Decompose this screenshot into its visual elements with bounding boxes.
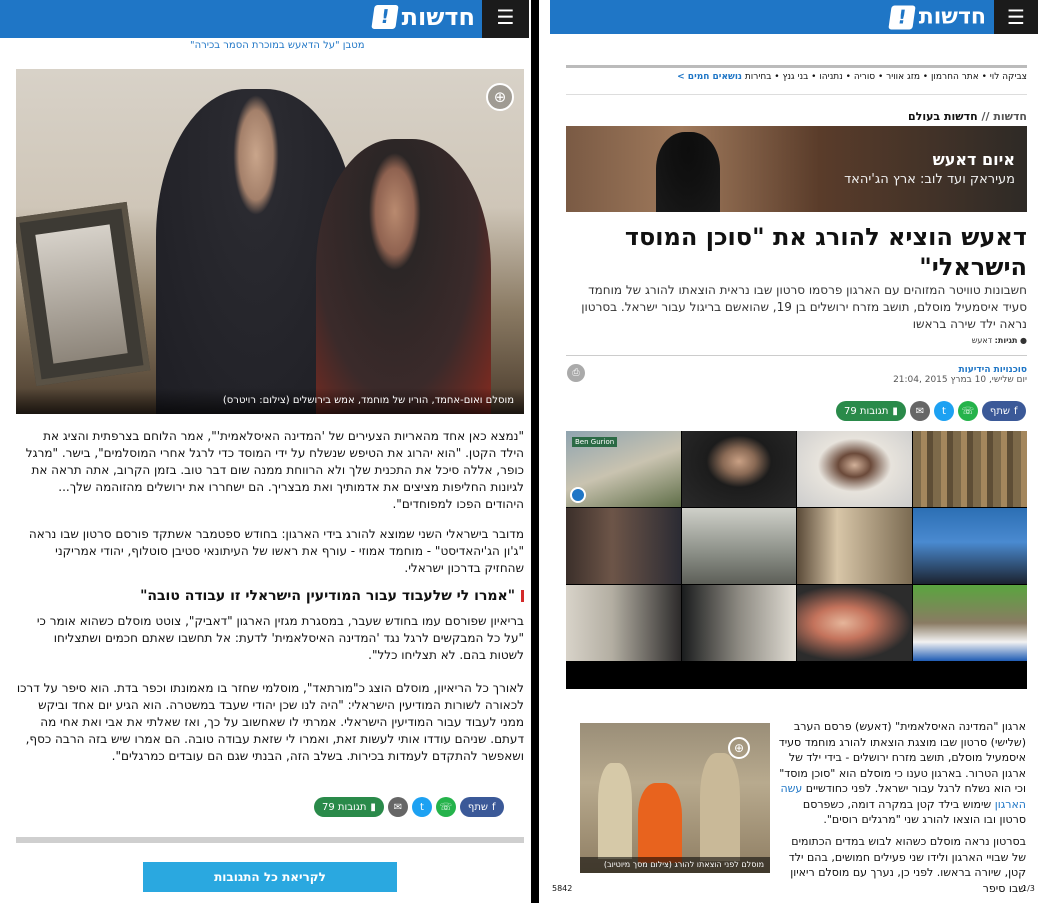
article-dek: חשבונות טוויטר המזוהים עם הארגון פרסמו ס… (581, 283, 1027, 331)
related-gallery: Ben Gurion (566, 431, 1027, 689)
hot-topics-link[interactable]: נושאים חמים > (677, 72, 742, 82)
subheading-marker (521, 590, 524, 602)
gallery-tile[interactable] (912, 431, 1027, 507)
read-all-comments-button[interactable]: לקריאת כל התגובות (143, 862, 397, 892)
gallery-tile[interactable]: Ben Gurion (566, 431, 681, 507)
article-headline: דאעש הוציא להורג את "סוכן המוסד הישראלי" (624, 223, 1027, 281)
article-source: סוכנויות הידיעות יום שלישי, 10 במרץ 2015… (566, 365, 1027, 385)
tag-link[interactable]: דאעש (972, 336, 992, 345)
gallery-tile[interactable] (681, 508, 796, 584)
hamburger-menu-icon[interactable]: ☰ (482, 0, 529, 38)
banner-subtitle: מעיראק ועד לוב: ארץ הג'יהאד (844, 172, 1015, 187)
masked-figure (656, 132, 720, 212)
top-cutline: מטבן "על הדאעש במוכרת הסמר בכירה" (190, 40, 365, 51)
facebook-icon: f (491, 801, 496, 813)
comment-icon: ▮ (892, 405, 898, 417)
mother-figure (316, 139, 491, 414)
gallery-tile[interactable] (912, 508, 1027, 584)
hero-image[interactable]: ⊕ מוסלם ואום-אחמד, הוריו של מוחמד, אמש ב… (16, 69, 524, 414)
topic-banner[interactable]: איום דאעש מעיראק ועד לוב: ארץ הג'יהאד (566, 126, 1027, 212)
road-sign: Ben Gurion (572, 437, 618, 447)
logo-text: חדשות (918, 4, 986, 30)
page-gap (531, 0, 539, 903)
logo-mark-icon: ! (888, 5, 916, 29)
section-divider (16, 837, 524, 843)
hero-caption: מוסלם ואום-אחמד, הוריו של מוחמד, אמש ביר… (16, 388, 524, 414)
article-paragraph: בריאיון שפורסם עמו בחודש שעבר, במסגרת מג… (36, 614, 524, 662)
inline-image[interactable]: ⊕ מוסלם לפני הוצאתו להורג (צילום מסך מיו… (580, 723, 770, 873)
article-paragraph: "נמצא כאן אחד מהאריות הצעירים של 'המדינה… (25, 429, 524, 511)
meta-divider (566, 355, 1027, 356)
inline-image-caption: מוסלם לפני הוצאתו להורג (צילום מסך מיוטי… (580, 857, 770, 873)
figure-prisoner (638, 783, 682, 863)
facebook-share-button[interactable]: שתף f (459, 797, 504, 817)
gallery-tile[interactable] (797, 431, 912, 507)
hamburger-menu-icon[interactable]: ☰ (994, 0, 1038, 34)
article-subheading: "אמרו לי שלעבוד עבור המודיעין הישראלי זו… (16, 588, 524, 604)
gallery-tile[interactable] (681, 431, 796, 507)
facebook-share-button[interactable]: שתף f (981, 401, 1026, 421)
logo-text: חדשות (401, 3, 475, 31)
portrait-frame (16, 201, 151, 387)
gallery-tile[interactable] (797, 585, 912, 661)
article-paragraph: לאורך כל הריאיון, מוסלם הוצג כ"מורתאד", … (16, 681, 524, 763)
comment-icon: ▮ (370, 801, 376, 813)
logo-mark-icon: ! (370, 5, 399, 29)
figure-fighter (700, 753, 740, 861)
zoom-icon[interactable]: ⊕ (728, 737, 750, 759)
banner-title: איום דאעש (932, 150, 1015, 169)
hot-topics-bar: צביקה לוי • אתר החרמון • מזג אוויר • סור… (566, 72, 1027, 82)
breadcrumb-current[interactable]: חדשות בעולם (908, 110, 978, 123)
whatsapp-icon[interactable]: ☏ (435, 797, 456, 817)
gallery-tile[interactable] (566, 585, 681, 661)
whatsapp-icon[interactable]: ☏ (957, 401, 978, 421)
figure-child (598, 763, 632, 859)
article-paragraph: ארגון "המדינה האיסלאמית" (דאעש) פרסם הער… (778, 720, 1026, 826)
tag-icon: ● (1020, 336, 1027, 345)
twitter-icon[interactable]: t (411, 797, 432, 817)
comments-button[interactable]: 79 תגובות ▮ (314, 797, 384, 817)
top-header-bar: חדשות ! ☰ (0, 0, 529, 38)
facebook-icon: f (1013, 405, 1018, 417)
gallery-tile[interactable] (566, 508, 681, 584)
email-icon[interactable]: ✉ (387, 797, 408, 817)
share-bar: 79 תגובות ▮ ✉ t ☏ שתף f (836, 401, 1026, 421)
source-agency[interactable]: סוכנויות הידיעות (566, 365, 1028, 375)
email-icon[interactable]: ✉ (909, 401, 930, 421)
nav-divider (566, 94, 1027, 95)
gallery-badge-icon (570, 487, 586, 503)
twitter-icon[interactable]: t (933, 401, 954, 421)
site-logo[interactable]: חדשות ! (888, 4, 986, 30)
page-indicator: 1/3 (1022, 884, 1035, 893)
comments-button[interactable]: 79 תגובות ▮ (836, 401, 906, 421)
share-bar: 79 תגובות ▮ ✉ t ☏ שתף f (314, 797, 504, 817)
article-paragraph: מדובר בישראלי השני שמוצא להורג בידי הארג… (28, 527, 524, 575)
top-header-bar: חדשות ! ☰ (550, 0, 1038, 34)
zoom-icon[interactable]: ⊕ (486, 83, 514, 111)
gallery-tile[interactable] (681, 585, 796, 661)
gallery-tile[interactable] (797, 508, 912, 584)
page-code: 5842 (552, 884, 573, 893)
tags-list[interactable]: צביקה לוי • אתר החרמון • מזג אוויר • סור… (745, 72, 1027, 82)
article-tags: ● תגיות: דאעש (971, 336, 1027, 345)
subheading-text: "אמרו לי שלעבוד עבור המודיעין הישראלי זו… (140, 588, 515, 604)
publish-date: יום שלישי, 10 במרץ 2015 ,21:04 (893, 375, 1027, 385)
site-logo[interactable]: חדשות ! (370, 3, 475, 31)
nav-divider (566, 65, 1027, 68)
breadcrumb: חדשות // חדשות בעולם (566, 110, 1027, 123)
article-paragraph: בסרטון נראה מוסלם כשהוא לבוש במדים הכתומ… (788, 835, 1026, 895)
breadcrumb-root[interactable]: חדשות // (981, 110, 1027, 123)
gallery-tile[interactable] (912, 585, 1027, 661)
